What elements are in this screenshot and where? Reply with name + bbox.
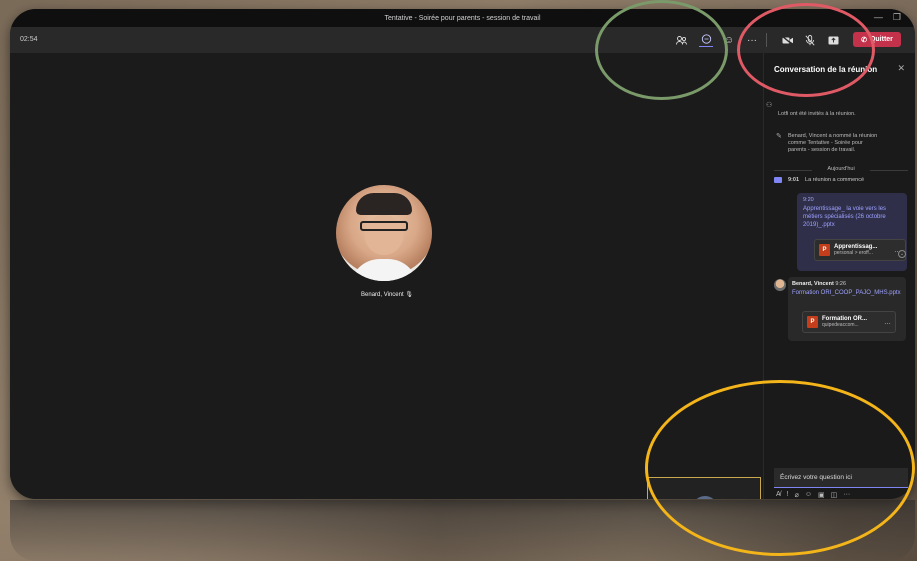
participant-name-tag: Benard, Vincent 🎙 bbox=[342, 291, 432, 298]
my-message-link[interactable]: Apprentissage_ la voie vers les métiers … bbox=[803, 205, 901, 229]
green-annotation-circle bbox=[595, 0, 728, 100]
people-added-icon: ⚇ bbox=[766, 102, 773, 109]
file-card-apprentissage[interactable]: P Apprentissag... personal > eroff... … bbox=[814, 239, 906, 261]
yellow-annotation-circle bbox=[645, 380, 915, 556]
sender-avatar bbox=[774, 279, 786, 291]
powerpoint-icon: P bbox=[819, 244, 830, 256]
pencil-icon: ✎ bbox=[776, 133, 782, 140]
minimize-icon[interactable]: — bbox=[874, 12, 883, 23]
other-message-link[interactable]: Formation ORI_COOP_PAJO_MHS.pptx bbox=[792, 289, 902, 297]
red-annotation-circle bbox=[737, 3, 875, 97]
system-message-renamed: Benard, Vincent a nommé la réunion comme… bbox=[788, 133, 878, 153]
other-message-author: Benard, Vincent bbox=[792, 281, 834, 287]
other-message-time: 9:26 bbox=[835, 281, 847, 287]
meeting-start-text: La réunion a commencé bbox=[805, 177, 865, 183]
close-icon[interactable]: ✕ bbox=[897, 63, 905, 74]
my-message-time: 9:20 bbox=[803, 197, 814, 203]
file-path: personal > eroff... bbox=[834, 250, 873, 256]
day-divider: Aujourd'hui bbox=[774, 166, 908, 172]
mic-muted-icon: 🎙 bbox=[405, 292, 413, 298]
window-title: Tentative - Soirée pour parents - sessio… bbox=[384, 14, 541, 22]
meeting-timer: 02:54 bbox=[20, 36, 38, 43]
window-controls: — ❐ bbox=[874, 12, 901, 23]
powerpoint-icon: P bbox=[807, 316, 818, 328]
video-camera-icon bbox=[774, 177, 782, 183]
meeting-started-row: 9:01 La réunion a commencé bbox=[774, 177, 864, 183]
system-message-invited: Lotfi ont été invités à la réunion. bbox=[778, 111, 856, 117]
maximize-icon[interactable]: ❐ bbox=[893, 12, 901, 23]
video-stage: Benard, Vincent 🎙 ... bbox=[10, 53, 763, 499]
file-card-formation[interactable]: P Formation OR... quipedeaccom... … bbox=[802, 311, 896, 333]
participant-name: Benard, Vincent bbox=[361, 292, 404, 298]
file-path: quipedeaccom... bbox=[822, 322, 859, 328]
meeting-start-time: 9:01 bbox=[788, 177, 800, 183]
other-message-meta: Benard, Vincent 9:26 bbox=[792, 281, 902, 287]
participant-avatar bbox=[336, 185, 432, 281]
file-more-icon[interactable]: … bbox=[884, 319, 891, 326]
scroll-down-icon[interactable]: ⌄ bbox=[898, 250, 906, 258]
